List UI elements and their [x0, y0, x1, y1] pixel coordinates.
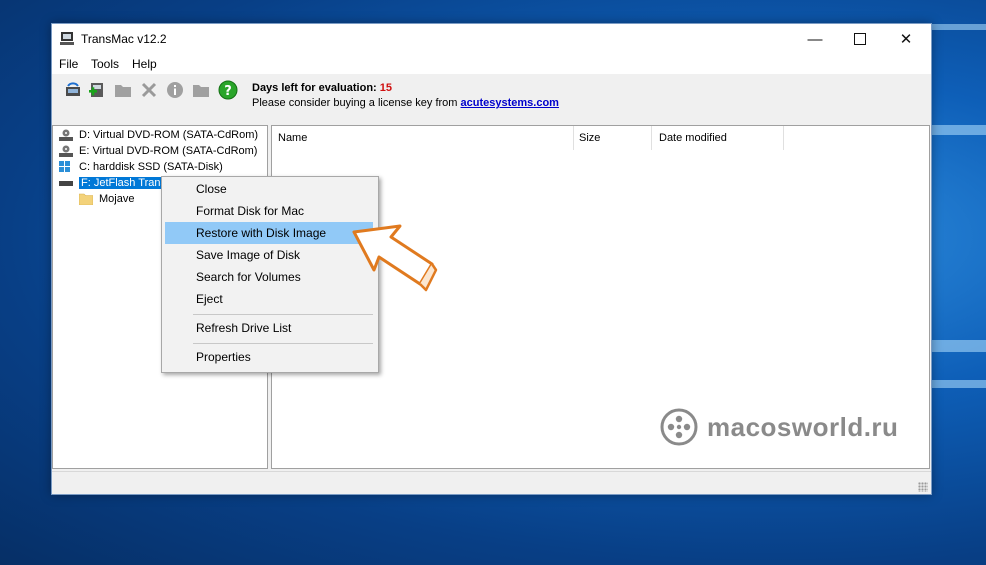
context-menu-close[interactable]: Close — [165, 178, 373, 200]
context-menu: Close Format Disk for Mac Restore with D… — [161, 176, 379, 373]
context-menu-properties[interactable]: Properties — [165, 346, 373, 368]
new-folder-icon[interactable] — [191, 80, 211, 100]
evaluation-notice: Days left for evaluation: 15 — [252, 82, 392, 94]
tree-item-label: Mojave — [99, 193, 135, 205]
maximize-icon — [854, 33, 866, 45]
context-menu-separator — [193, 343, 373, 344]
tree-item-mojave[interactable]: Mojave — [79, 191, 134, 207]
context-menu-save-image[interactable]: Save Image of Disk — [165, 244, 373, 266]
menu-file[interactable]: File — [59, 57, 78, 71]
tree-item-label: C: harddisk SSD (SATA-Disk) — [79, 161, 223, 173]
tree-item-drive-d[interactable]: D: Virtual DVD-ROM (SATA-CdRom) — [59, 127, 258, 143]
minimize-button[interactable]: — — [792, 24, 838, 54]
context-menu-separator — [193, 314, 373, 315]
tree-item-drive-e[interactable]: E: Virtual DVD-ROM (SATA-CdRom) — [59, 143, 257, 159]
resize-grip-icon[interactable] — [918, 482, 928, 492]
menu-tools[interactable]: Tools — [91, 57, 119, 71]
folder-icon — [79, 193, 93, 205]
transmac-app-icon — [60, 32, 74, 45]
license-notice: Please consider buying a license key fro… — [252, 97, 559, 109]
evaluation-label: Days left for evaluation: — [252, 82, 377, 94]
tree-item-drive-f[interactable]: F: JetFlash Transc — [59, 175, 174, 191]
context-menu-refresh-drives[interactable]: Refresh Drive List — [165, 317, 373, 339]
info-icon[interactable] — [165, 80, 185, 100]
menu-bar: File Tools Help — [52, 54, 931, 74]
refresh-drives-icon[interactable] — [63, 80, 83, 100]
context-menu-eject[interactable]: Eject — [165, 288, 373, 310]
cdrom-drive-icon — [59, 145, 73, 157]
column-divider[interactable] — [651, 126, 652, 150]
status-bar — [52, 471, 931, 494]
watermark-text: macosworld.ru — [707, 411, 899, 442]
usb-drive-icon — [59, 181, 73, 186]
watermark: macosworld.ru — [660, 408, 898, 446]
open-folder-icon[interactable] — [113, 80, 133, 100]
maximize-button[interactable] — [837, 24, 883, 54]
menu-help[interactable]: Help — [132, 57, 157, 71]
evaluation-days: 15 — [379, 82, 393, 94]
pointer-arrow-icon — [352, 224, 438, 292]
license-text: Please consider buying a license key fro… — [252, 97, 458, 109]
column-divider[interactable] — [783, 126, 784, 150]
toolbar: ? Days left for evaluation: 15 Please co… — [52, 74, 931, 118]
add-disk-icon[interactable] — [87, 80, 107, 100]
close-button[interactable]: ✕ — [883, 24, 929, 54]
context-menu-format-disk[interactable]: Format Disk for Mac — [165, 200, 373, 222]
help-icon[interactable]: ? — [218, 80, 238, 100]
tree-item-drive-c[interactable]: C: harddisk SSD (SATA-Disk) — [59, 159, 223, 175]
column-header-name[interactable]: Name — [272, 126, 573, 150]
tree-item-label: E: Virtual DVD-ROM (SATA-CdRom) — [79, 145, 258, 157]
title-bar[interactable]: TransMac v12.2 — ✕ — [52, 24, 931, 54]
column-header-date-modified[interactable]: Date modified — [653, 126, 783, 150]
context-menu-restore-disk-image[interactable]: Restore with Disk Image — [165, 222, 373, 244]
camera-aperture-icon — [660, 408, 698, 446]
cdrom-drive-icon — [59, 129, 73, 141]
tree-item-label: F: JetFlash Transc — [79, 177, 174, 189]
window-title: TransMac v12.2 — [81, 32, 167, 46]
hard-disk-icon — [59, 161, 70, 172]
context-menu-search-volumes[interactable]: Search for Volumes — [165, 266, 373, 288]
delete-icon[interactable] — [139, 80, 159, 100]
license-link[interactable]: acutesystems.com — [461, 97, 559, 109]
svg-text:?: ? — [224, 84, 232, 99]
column-header-size[interactable]: Size — [573, 126, 651, 150]
tree-item-label: D: Virtual DVD-ROM (SATA-CdRom) — [79, 129, 259, 141]
